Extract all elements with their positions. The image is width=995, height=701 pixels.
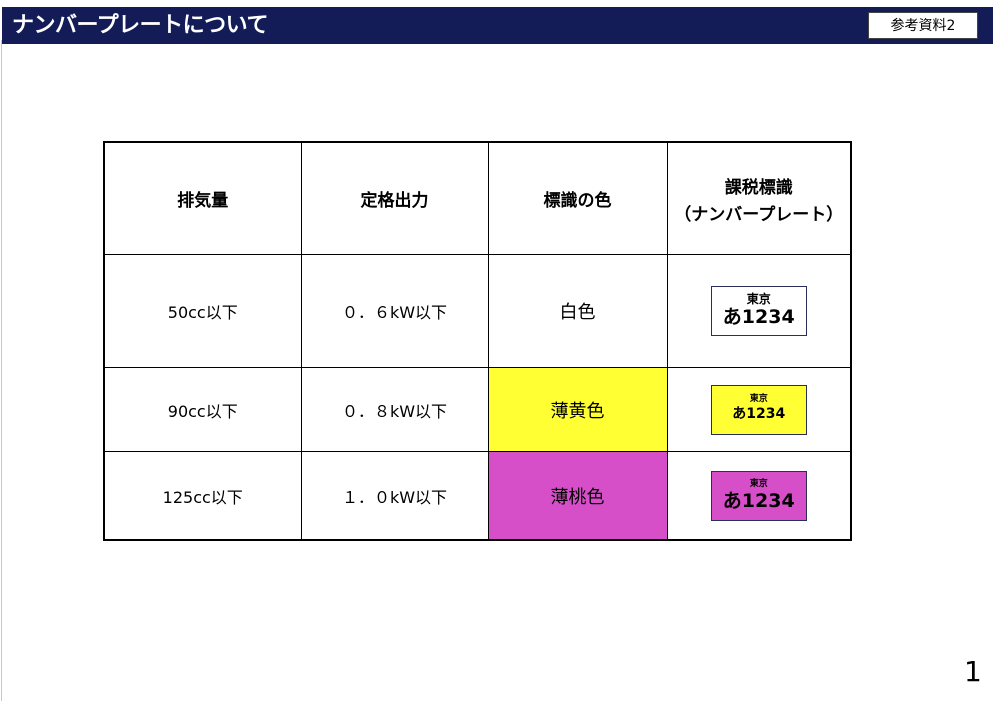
page-number: 1	[964, 655, 982, 688]
cell-plate: 東京 あ1234	[666, 451, 852, 541]
header-rated-output: 定格出力	[300, 141, 489, 255]
table-row: 90cc以下 ０．８kW以下 薄黄色 東京 あ1234	[103, 367, 852, 452]
header-plate-color: 標識の色	[487, 141, 668, 255]
plate-number: あ1234	[732, 405, 786, 422]
plate-prefecture: 東京	[749, 478, 768, 489]
slide-left-edge	[1, 40, 2, 701]
cell-displacement: 125cc以下	[103, 451, 302, 541]
header-tax-plate-line1: 課税標識	[724, 177, 793, 198]
number-plate-yellow: 東京 あ1234	[710, 384, 807, 435]
header-tax-plate: 課税標識 （ナンバープレート）	[666, 141, 852, 255]
number-plate-pink: 東京 あ1234	[710, 470, 807, 521]
cell-color-name: 薄黄色	[487, 367, 668, 452]
cell-plate: 東京 あ1234	[666, 367, 852, 452]
cell-color-name: 薄桃色	[487, 451, 668, 541]
number-plate-table: 排気量 定格出力 標識の色 課税標識 （ナンバープレート） 50cc以下 ０．６…	[103, 141, 852, 541]
plate-number: あ1234	[722, 306, 795, 328]
cell-plate: 東京 あ1234	[666, 254, 852, 368]
table-header-row: 排気量 定格出力 標識の色 課税標識 （ナンバープレート）	[103, 141, 852, 255]
cell-rated-output: １．０kW以下	[300, 451, 489, 541]
page-title: ナンバープレートについて	[12, 13, 269, 38]
plate-prefecture: 東京	[746, 292, 771, 306]
header-displacement: 排気量	[103, 141, 302, 255]
cell-displacement: 50cc以下	[103, 254, 302, 368]
cell-rated-output: ０．６kW以下	[300, 254, 489, 368]
cell-rated-output: ０．８kW以下	[300, 367, 489, 452]
cell-displacement: 90cc以下	[103, 367, 302, 452]
title-bar: ナンバープレートについて 参考資料2	[2, 7, 993, 44]
plate-number: あ1234	[722, 489, 795, 512]
table-row: 125cc以下 １．０kW以下 薄桃色 東京 あ1234	[103, 451, 852, 541]
cell-color-name: 白色	[487, 254, 668, 368]
table-row: 50cc以下 ０．６kW以下 白色 東京 あ1234	[103, 254, 852, 368]
header-tax-plate-line2: （ナンバープレート）	[674, 204, 844, 225]
number-plate-white: 東京 あ1234	[710, 286, 807, 336]
reference-label: 参考資料2	[868, 12, 978, 39]
plate-prefecture: 東京	[749, 393, 768, 404]
